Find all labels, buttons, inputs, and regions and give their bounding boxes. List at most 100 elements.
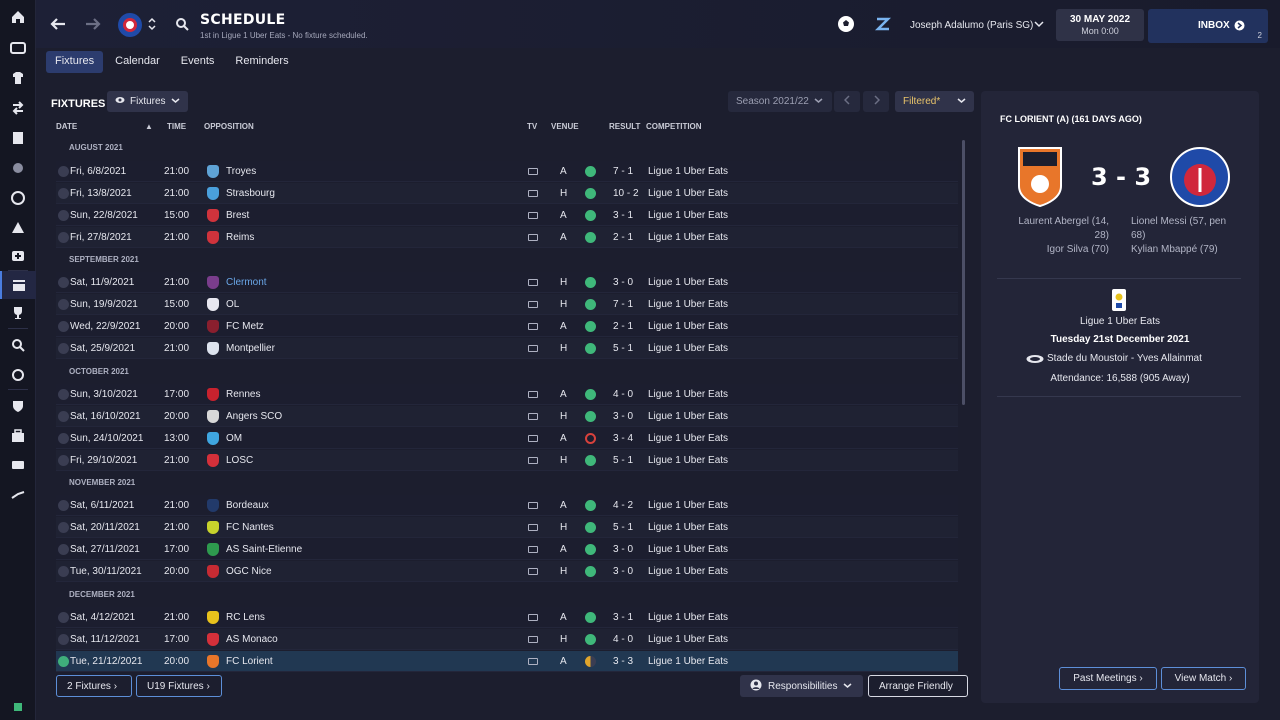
- table-row[interactable]: Sat, 11/9/2021 21:00 Clermont H 3 - 0 Ligue 1…: [56, 272, 958, 293]
- opposition-crest-icon[interactable]: [207, 499, 219, 512]
- fixture-competition[interactable]: Ligue 1 Uber Eats: [648, 411, 728, 422]
- fixture-opposition[interactable]: OL: [226, 299, 239, 310]
- fixture-competition[interactable]: Ligue 1 Uber Eats: [648, 656, 728, 667]
- fixture-competition[interactable]: Ligue 1 Uber Eats: [648, 321, 728, 332]
- fixture-result[interactable]: 7 - 1: [613, 166, 633, 177]
- opposition-crest-icon[interactable]: [207, 655, 219, 668]
- check-icon[interactable]: [58, 455, 69, 466]
- fixture-result[interactable]: 3 - 3: [613, 656, 633, 667]
- fixture-competition[interactable]: Ligue 1 Uber Eats: [648, 455, 728, 466]
- opposition-crest-icon[interactable]: [207, 276, 219, 289]
- fixture-competition[interactable]: Ligue 1 Uber Eats: [648, 634, 728, 645]
- fixture-opposition[interactable]: OM: [226, 433, 242, 444]
- check-icon[interactable]: [58, 166, 69, 177]
- check-icon[interactable]: [58, 299, 69, 310]
- past-meetings-button[interactable]: Past Meetings ›: [1059, 667, 1157, 690]
- check-icon[interactable]: [58, 232, 69, 243]
- fixture-opposition[interactable]: Brest: [226, 210, 249, 221]
- check-icon[interactable]: [58, 433, 69, 444]
- fixture-opposition[interactable]: Bordeaux: [226, 500, 269, 511]
- search-icon[interactable]: [0, 331, 36, 359]
- fixture-opposition[interactable]: Montpellier: [226, 343, 275, 354]
- forward-arrow-icon[interactable]: [81, 12, 105, 36]
- fixture-result[interactable]: 3 - 0: [613, 411, 633, 422]
- check-icon[interactable]: [58, 389, 69, 400]
- fixture-opposition[interactable]: Angers SCO: [226, 411, 282, 422]
- col-venue[interactable]: VENUE: [551, 122, 579, 131]
- table-row[interactable]: Sun, 3/10/2021 17:00 Rennes A 4 - 0 Ligue 1 U…: [56, 384, 958, 405]
- check-icon[interactable]: [58, 566, 69, 577]
- fixture-result[interactable]: 4 - 0: [613, 634, 633, 645]
- medical-icon[interactable]: [0, 241, 36, 269]
- table-row[interactable]: Sun, 19/9/2021 15:00 OL H 7 - 1 Ligue 1 Uber …: [56, 294, 958, 315]
- check-icon[interactable]: [58, 321, 69, 332]
- fixture-opposition[interactable]: Troyes: [226, 166, 256, 177]
- season-prev-button[interactable]: [834, 91, 860, 112]
- training-icon[interactable]: [0, 214, 36, 242]
- col-time[interactable]: TIME: [167, 122, 186, 131]
- opposition-crest-icon[interactable]: [207, 633, 219, 646]
- fixture-competition[interactable]: Ligue 1 Uber Eats: [648, 433, 728, 444]
- col-result[interactable]: RESULT: [609, 122, 640, 131]
- fixture-result[interactable]: 3 - 1: [613, 210, 633, 221]
- responsibilities-button[interactable]: Responsibilities: [740, 675, 863, 697]
- season-next-button[interactable]: [863, 91, 889, 112]
- opposition-crest-icon[interactable]: [207, 388, 219, 401]
- check-icon[interactable]: [58, 522, 69, 533]
- refresh-icon[interactable]: [0, 361, 36, 389]
- col-competition[interactable]: COMPETITION: [646, 122, 702, 131]
- view-match-button[interactable]: View Match ›: [1161, 667, 1246, 690]
- home-icon[interactable]: [0, 3, 36, 31]
- check-icon[interactable]: [58, 411, 69, 422]
- fixture-opposition[interactable]: LOSC: [226, 455, 253, 466]
- fixture-competition[interactable]: Ligue 1 Uber Eats: [648, 299, 728, 310]
- fixture-opposition[interactable]: Reims: [226, 232, 254, 243]
- table-row[interactable]: Sat, 6/11/2021 21:00 Bordeaux A 4 - 2 Ligue 1…: [56, 495, 958, 516]
- opposition-crest-icon[interactable]: [207, 298, 219, 311]
- table-row[interactable]: Sat, 16/10/2021 20:00 Angers SCO H 3 - 0 Ligu…: [56, 406, 958, 427]
- fixture-competition[interactable]: Ligue 1 Uber Eats: [648, 389, 728, 400]
- club-crest-icon[interactable]: [116, 11, 144, 39]
- fixture-result[interactable]: 3 - 1: [613, 612, 633, 623]
- table-row[interactable]: Tue, 21/12/2021 20:00 FC Lorient A 3 - 3 Ligu…: [56, 651, 958, 672]
- search-icon[interactable]: [174, 12, 190, 36]
- tab-events[interactable]: Events: [172, 51, 224, 73]
- dev-centre-icon[interactable]: [0, 481, 36, 509]
- club-icon[interactable]: [0, 392, 36, 420]
- fixture-opposition[interactable]: AS Saint-Etienne: [226, 544, 302, 555]
- back-arrow-icon[interactable]: [46, 12, 70, 36]
- table-row[interactable]: Fri, 13/8/2021 21:00 Strasbourg H 10 - 2 Ligu…: [56, 183, 958, 204]
- check-icon[interactable]: [58, 210, 69, 221]
- fixture-competition[interactable]: Ligue 1 Uber Eats: [648, 544, 728, 555]
- opposition-crest-icon[interactable]: [207, 454, 219, 467]
- tactics-icon[interactable]: [0, 184, 36, 212]
- tab-calendar[interactable]: Calendar: [106, 51, 169, 73]
- ball-icon[interactable]: [0, 154, 36, 182]
- table-row[interactable]: Sat, 25/9/2021 21:00 Montpellier H 5 - 1 Ligu…: [56, 338, 958, 359]
- fixture-result[interactable]: 5 - 1: [613, 522, 633, 533]
- table-row[interactable]: Wed, 22/9/2021 20:00 FC Metz A 2 - 1 Ligue 1 …: [56, 316, 958, 337]
- fixture-result[interactable]: 10 - 2: [613, 188, 639, 199]
- check-icon[interactable]: [58, 343, 69, 354]
- tab-reminders[interactable]: Reminders: [226, 51, 297, 73]
- data-hub-icon[interactable]: [0, 451, 36, 479]
- fixture-result[interactable]: 4 - 0: [613, 389, 633, 400]
- fixture-result[interactable]: 2 - 1: [613, 232, 633, 243]
- col-opposition[interactable]: OPPOSITION: [204, 122, 254, 131]
- table-row[interactable]: Sat, 20/11/2021 21:00 FC Nantes H 5 - 1 Ligue…: [56, 517, 958, 538]
- check-icon[interactable]: [58, 634, 69, 645]
- table-row[interactable]: Fri, 6/8/2021 21:00 Troyes A 7 - 1 Ligue 1 Ub…: [56, 161, 958, 182]
- opposition-crest-icon[interactable]: [207, 543, 219, 556]
- fixture-competition[interactable]: Ligue 1 Uber Eats: [648, 166, 728, 177]
- opposition-crest-icon[interactable]: [207, 410, 219, 423]
- col-date[interactable]: DATE: [56, 122, 77, 131]
- table-row[interactable]: Sat, 4/12/2021 21:00 RC Lens A 3 - 1 Ligue 1 …: [56, 607, 958, 628]
- fixture-result[interactable]: 3 - 0: [613, 566, 633, 577]
- fixture-result[interactable]: 7 - 1: [613, 299, 633, 310]
- fixture-opposition[interactable]: Clermont: [226, 277, 267, 288]
- trophy-icon[interactable]: [0, 299, 36, 327]
- table-row[interactable]: Fri, 29/10/2021 21:00 LOSC H 5 - 1 Ligue 1 Ub…: [56, 450, 958, 471]
- paris-sg-crest-icon[interactable]: [1169, 146, 1231, 211]
- opposition-crest-icon[interactable]: [207, 611, 219, 624]
- tab-fixtures[interactable]: Fixtures: [46, 51, 104, 73]
